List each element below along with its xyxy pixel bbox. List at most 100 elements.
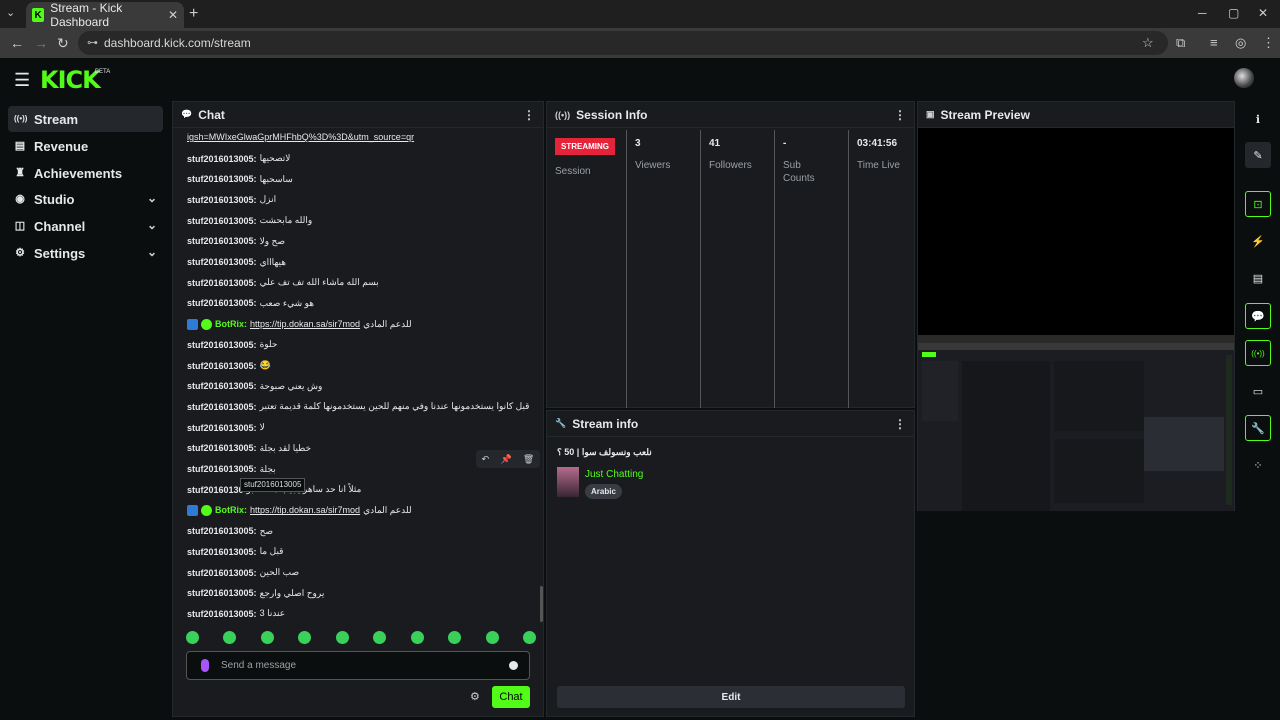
emote-button[interactable]: [410, 631, 424, 644]
emoji-picker-icon[interactable]: [509, 661, 518, 670]
chat-link[interactable]: https://tip.dokan.sa/sir7mod: [250, 505, 360, 515]
mic-icon[interactable]: [201, 659, 209, 672]
tab-list-chevron-down-icon[interactable]: ⌄: [6, 6, 15, 19]
bot-badge-icon: [187, 504, 198, 516]
chat-username[interactable]: stuf2016013005:: [187, 568, 257, 578]
minimize-icon[interactable]: ─: [1198, 6, 1207, 20]
category-name[interactable]: Just Chatting: [585, 469, 643, 480]
browser-tab[interactable]: K Stream - Kick Dashboard ✕: [26, 1, 184, 29]
emote-button[interactable]: [522, 631, 536, 644]
chat-input[interactable]: Send a message: [186, 651, 530, 680]
stream-info-options-icon[interactable]: ⋮: [894, 417, 906, 431]
sidebar-item-revenue[interactable]: ▤ Revenue: [8, 133, 163, 159]
chat-message-text: لا: [259, 422, 265, 433]
chat-username[interactable]: stuf2016013005:: [187, 464, 257, 474]
chat-username[interactable]: stuf2016013005:: [187, 588, 257, 598]
emote-button[interactable]: [186, 631, 199, 644]
chat-username[interactable]: stuf2016013005:: [187, 278, 257, 288]
hamburger-menu-icon[interactable]: ☰: [14, 70, 30, 91]
reload-icon[interactable]: ↻: [57, 35, 69, 52]
chat-username[interactable]: stuf2016013005:: [187, 340, 257, 350]
stat-label: Sub Counts: [783, 160, 815, 184]
chat-username[interactable]: stuf2016013005:: [187, 526, 257, 536]
close-window-icon[interactable]: ✕: [1258, 6, 1268, 20]
chat-username[interactable]: stuf2016013005:: [187, 547, 257, 557]
chat-username[interactable]: BotRix:: [215, 505, 247, 515]
sidebar-item-stream[interactable]: ((•)) Stream: [8, 106, 163, 132]
chat-username[interactable]: stuf2016013005:: [187, 609, 257, 619]
chat-username[interactable]: stuf2016013005:: [187, 216, 257, 226]
pencil-icon[interactable]: ✎: [1245, 142, 1271, 168]
sidebar-item-label: Achievements: [34, 165, 123, 181]
browser-menu-icon[interactable]: ⋮: [1262, 35, 1275, 51]
chat-username[interactable]: stuf2016013005:: [187, 423, 257, 433]
maximize-icon[interactable]: ▢: [1228, 6, 1239, 20]
sidebar-item-settings[interactable]: ⚙ Settings ⌄: [8, 240, 163, 266]
back-arrow-icon[interactable]: ←: [10, 35, 24, 51]
table-row: stuf2016013005: هيهاااي: [187, 257, 286, 268]
sidebar-item-studio[interactable]: ◉ Studio ⌄: [8, 186, 163, 212]
preview-frame-image: [918, 335, 1234, 511]
wrench-icon: 🔧: [555, 418, 567, 428]
site-info-icon[interactable]: ⊶: [87, 36, 98, 49]
chat-scrollbar[interactable]: [540, 586, 543, 622]
emote-button[interactable]: [373, 631, 387, 644]
broadcast-icon[interactable]: ((•)): [1245, 340, 1271, 366]
user-avatar[interactable]: [1234, 68, 1254, 88]
chat-username[interactable]: stuf2016013005:: [187, 154, 257, 164]
sidebar-item-achievements[interactable]: ♜ Achievements: [8, 160, 163, 186]
emote-button[interactable]: [298, 631, 312, 644]
profile-icon[interactable]: ◎: [1235, 35, 1246, 51]
widgets-icon[interactable]: ⁘: [1245, 452, 1271, 478]
broadcast-icon: ((•)): [555, 109, 571, 120]
wrench-icon[interactable]: 🔧: [1245, 415, 1271, 441]
capture-icon[interactable]: ⊡: [1245, 191, 1271, 217]
tab-title: Stream - Kick Dashboard: [50, 1, 123, 29]
chat-username[interactable]: stuf20160130: [187, 485, 244, 495]
edit-button[interactable]: Edit: [557, 686, 905, 708]
media-control-icon[interactable]: ≡: [1210, 35, 1218, 50]
forward-arrow-icon[interactable]: →: [34, 35, 48, 51]
emote-button[interactable]: [485, 631, 499, 644]
chat-link[interactable]: igsh=MWIxeGlwaGprMHFhbQ%3D%3D&utm_source…: [187, 132, 414, 142]
url-field[interactable]: ⊶ dashboard.kick.com/stream: [78, 31, 1168, 55]
reply-icon[interactable]: ↶: [482, 454, 490, 465]
new-tab-button[interactable]: +: [189, 5, 198, 23]
send-chat-button[interactable]: Chat: [492, 686, 530, 708]
extensions-icon[interactable]: ⧉: [1176, 35, 1185, 51]
lightning-icon[interactable]: ⚡: [1245, 228, 1271, 254]
chat-username[interactable]: stuf2016013005:: [187, 195, 257, 205]
chat-username[interactable]: stuf2016013005:: [187, 298, 257, 308]
chat-username[interactable]: stuf2016013005:: [187, 361, 257, 371]
close-tab-icon[interactable]: ✕: [168, 8, 178, 22]
chat-username[interactable]: stuf2016013005:: [187, 174, 257, 184]
session-options-icon[interactable]: ⋮: [894, 108, 906, 122]
emote-button[interactable]: [335, 631, 349, 644]
stat-followers: 41 Followers: [701, 130, 775, 408]
sidebar-item-channel[interactable]: ◫ Channel ⌄: [8, 213, 163, 239]
stream-preview-video[interactable]: [918, 128, 1234, 511]
chat-username[interactable]: stuf2016013005:: [187, 381, 257, 391]
emote-button[interactable]: [448, 631, 462, 644]
chat-username[interactable]: stuf2016013005:: [187, 443, 257, 453]
emote-button[interactable]: [260, 631, 274, 644]
pin-icon[interactable]: 📌: [500, 454, 511, 465]
bookmark-star-icon[interactable]: ☆: [1142, 35, 1154, 51]
chat-message-list[interactable]: igsh=MWIxeGlwaGprMHFhbQ%3D%3D&utm_source…: [173, 128, 543, 628]
emote-button[interactable]: [223, 631, 237, 644]
chat-username[interactable]: BotRix:: [215, 319, 247, 329]
table-row: stuf2016013005: لاتصحيها: [187, 153, 290, 164]
chat-username[interactable]: stuf2016013005:: [187, 402, 257, 412]
chat-username[interactable]: stuf2016013005:: [187, 236, 257, 246]
chat-options-icon[interactable]: ⋮: [523, 108, 535, 122]
info-icon[interactable]: ℹ: [1245, 106, 1271, 132]
chat-link[interactable]: https://tip.dokan.sa/sir7mod: [250, 319, 360, 329]
kick-logo[interactable]: KICK: [40, 66, 101, 94]
chat-username[interactable]: stuf2016013005:: [187, 257, 257, 267]
chat-settings-gear-icon[interactable]: ⚙: [470, 690, 480, 703]
delete-icon[interactable]: 🗑: [523, 454, 534, 465]
document-icon[interactable]: ▤: [1245, 265, 1271, 291]
chat-message-text: يروح اصلي وارجع: [259, 587, 325, 598]
chat-bubble-icon[interactable]: 💬: [1245, 303, 1271, 329]
layout-icon[interactable]: ▭: [1245, 378, 1271, 404]
